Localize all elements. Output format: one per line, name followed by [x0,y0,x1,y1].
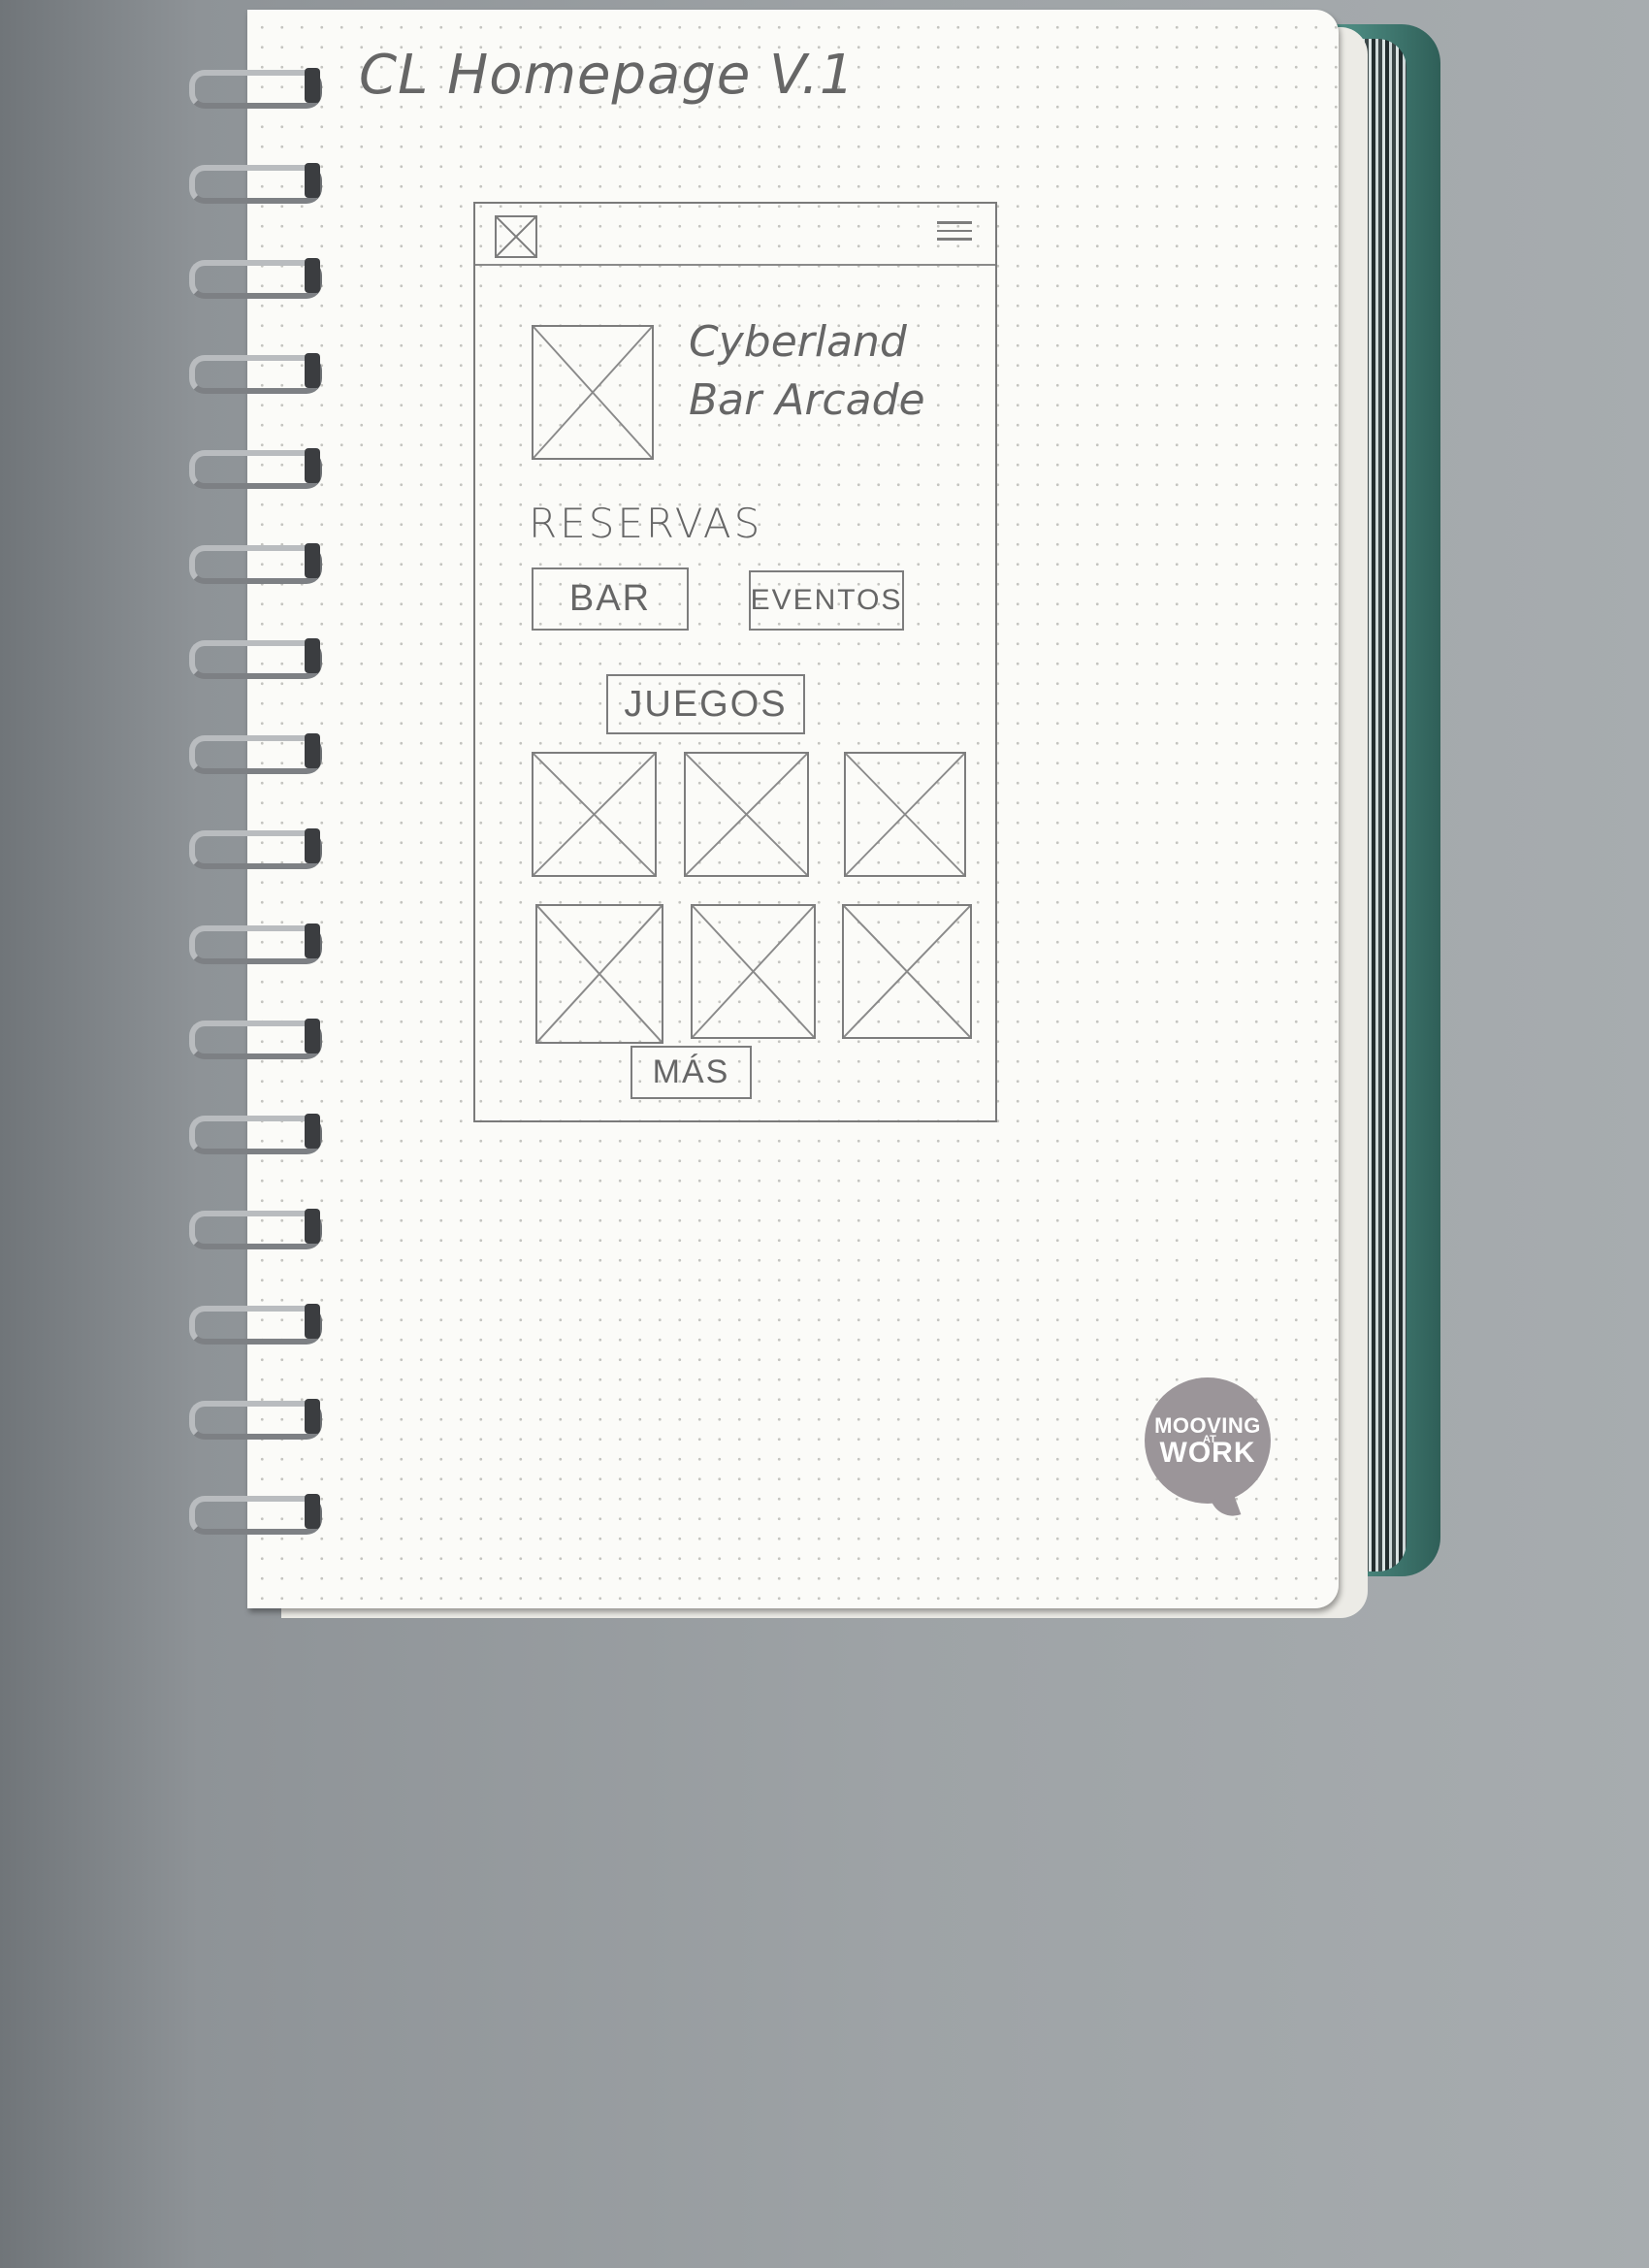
page-title: CL Homepage V.1 [359,44,856,107]
spiral-ring [189,1304,322,1345]
spiral-ring [189,353,322,394]
spiral-ring [189,828,322,869]
hero-image-icon [532,325,654,460]
spiral-ring [189,258,322,299]
game-thumbnail-icon[interactable] [844,752,966,877]
game-thumbnail-icon[interactable] [684,752,809,877]
wireframe-phone-frame: Cyberland Bar Arcade RESERVAS BAR EVENTO… [473,202,997,1122]
spiral-ring [189,638,322,679]
mooving-at-work-logo: MOOVING WORK AT [1145,1377,1271,1504]
spiral-ring [189,448,322,489]
game-thumbnail-icon[interactable] [532,752,657,877]
spiral-ring [189,1494,322,1535]
spiral-ring [189,163,322,204]
spiral-ring [189,923,322,964]
brand-name-line2: Bar Arcade [689,375,925,425]
eventos-reservation-button[interactable]: EVENTOS [749,570,904,631]
juegos-button[interactable]: JUEGOS [606,674,805,734]
spiral-ring [189,1114,322,1154]
more-games-button[interactable]: MÁS [630,1046,752,1099]
spiral-ring [189,1019,322,1059]
game-thumbnail-icon[interactable] [842,904,972,1039]
game-thumbnail-icon[interactable] [535,904,663,1044]
spiral-ring [189,543,322,584]
reservas-heading: RESERVAS [529,500,763,547]
game-thumbnail-icon[interactable] [691,904,816,1039]
bar-reservation-button[interactable]: BAR [532,567,689,631]
wireframe-header [475,204,995,266]
spiral-ring [189,1209,322,1249]
brand-name-line1: Cyberland [689,317,907,367]
header-logo-icon[interactable] [495,215,537,258]
hamburger-menu-icon[interactable] [937,221,972,243]
spiral-ring [189,733,322,774]
spiral-ring [189,68,322,109]
logo-small: AT [1203,1434,1216,1445]
spiral-ring [189,1399,322,1440]
